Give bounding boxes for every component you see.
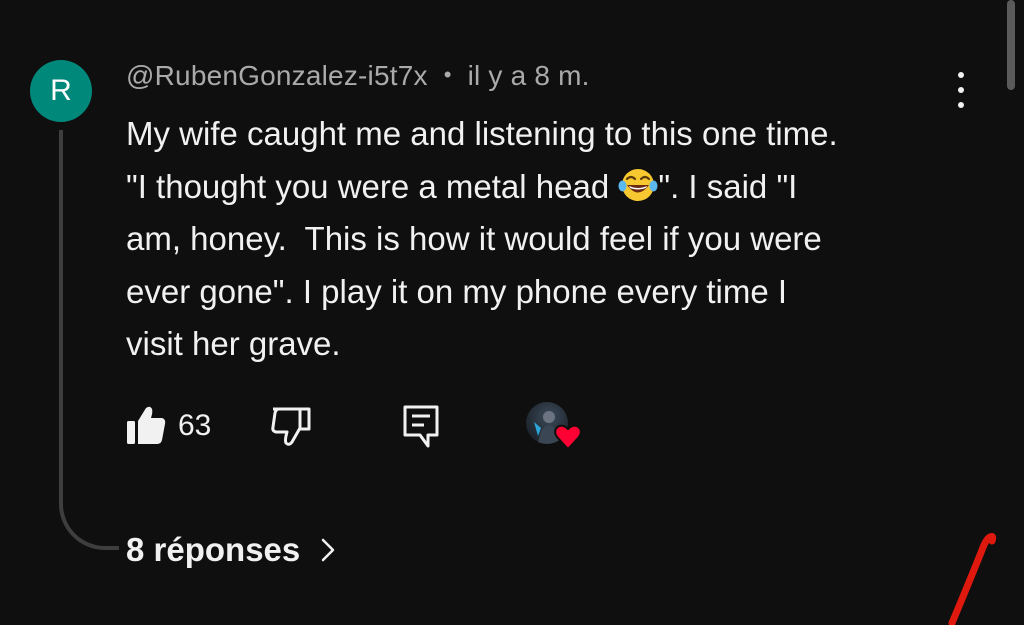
- more-options-icon[interactable]: [946, 72, 976, 108]
- comment-body: My wife caught me and listening to this …: [126, 108, 986, 371]
- comment-line: "I thought you were a metal head ". I sa…: [126, 161, 986, 214]
- avatar[interactable]: R: [30, 60, 92, 122]
- comment-header: @RubenGonzalez-i5t7x • il y a 8 m.: [126, 60, 590, 92]
- kebab-dot: [958, 72, 964, 78]
- comment-line: ever gone". I play it on my phone every …: [126, 272, 788, 310]
- thread-connector-line: [59, 130, 119, 550]
- replies-label: 8 réponses: [126, 531, 301, 568]
- author-name[interactable]: @RubenGonzalez-i5t7x: [126, 60, 428, 91]
- thumbs-down-icon[interactable]: [270, 406, 312, 448]
- avatar-letter: R: [50, 74, 72, 107]
- heart-icon: [554, 424, 582, 450]
- red-annotation-stroke: [948, 533, 997, 625]
- timestamp: il y a 8 m.: [467, 60, 590, 91]
- reply-comment-icon[interactable]: [402, 404, 442, 450]
- comment-line: visit her grave.: [126, 325, 341, 362]
- view-replies-button[interactable]: 8 réponses: [126, 531, 336, 569]
- comment-line-part: ". I said "I: [658, 167, 798, 205]
- laughing-tears-emoji-icon: [618, 168, 658, 201]
- kebab-dot: [958, 87, 964, 93]
- like-count: 63: [178, 409, 212, 442]
- comment-screen: R @RubenGonzalez-i5t7x • il y a 8 m. My …: [0, 0, 1024, 625]
- meta-separator: •: [443, 62, 452, 87]
- comment-line: am, honey. This is how it would feel if …: [126, 220, 822, 257]
- chevron-right-icon: [322, 538, 335, 562]
- thumbs-up-filled-icon[interactable]: [126, 404, 166, 446]
- scrollbar[interactable]: [1007, 0, 1015, 90]
- comment-line: My wife caught me and listening to this …: [126, 115, 838, 152]
- creator-heart-badge: [526, 402, 586, 454]
- comment-line-part: "I thought you were a metal head: [126, 167, 619, 205]
